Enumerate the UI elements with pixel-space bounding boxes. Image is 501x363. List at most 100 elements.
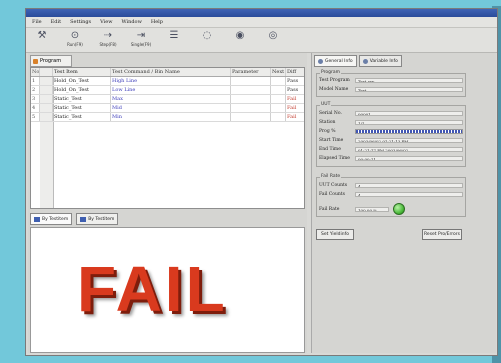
cell-param: [231, 77, 271, 85]
field-label: End Time: [319, 147, 341, 152]
program-icon: [33, 58, 38, 64]
field-value: 100.00 %: [355, 206, 389, 212]
status-lamp-icon: [393, 203, 405, 215]
group-title: Program: [320, 70, 341, 75]
menu-settings[interactable]: Settings: [70, 19, 91, 25]
field-label: Serial No.: [319, 111, 342, 116]
menu-help[interactable]: Help: [151, 19, 163, 25]
field-label: Fail Counts: [319, 192, 345, 197]
cell-cmd: Mid: [111, 104, 231, 112]
tab-label: By Testitem: [42, 216, 69, 222]
table-row[interactable]: 5 Static_Test Min Fail: [31, 113, 304, 122]
circle-icon: ◌: [202, 30, 212, 41]
info-tabs: General Info Variable Info: [314, 55, 402, 67]
cell-next: [271, 86, 286, 94]
step-icon: ⇢: [103, 30, 113, 41]
stop-button[interactable]: ◉: [228, 30, 252, 52]
field-end-time: End Time 01:21:17 PM 2003/06/02: [319, 147, 463, 152]
run-button[interactable]: ⊙ Run(F9): [63, 30, 87, 52]
step-button[interactable]: ⇢ Step(F8): [96, 30, 120, 52]
col-blank[interactable]: [40, 68, 53, 76]
cell-param: [231, 95, 271, 103]
cell-item: Static_Test: [53, 95, 111, 103]
cell-blank: [40, 86, 53, 94]
cell-cmd: Max: [111, 95, 231, 103]
menu-bar: File Edit Settings View Window Help: [26, 17, 497, 28]
cell-next: [271, 95, 286, 103]
record-icon: ◎: [268, 30, 278, 41]
cell-param: [231, 86, 271, 94]
single-button[interactable]: ⇥ Single(F9): [129, 30, 153, 52]
field-station: Station 1/1: [319, 120, 463, 125]
col-next[interactable]: Next: [271, 68, 286, 76]
fail-banner: FAIL: [77, 253, 228, 325]
field-value: Test ary: [355, 78, 463, 83]
list-button[interactable]: ☰: [162, 30, 186, 52]
record-button[interactable]: ◎: [261, 30, 285, 52]
table-row[interactable]: 4 Static_Test Mid Fail: [31, 104, 304, 113]
cell-cmd: Low Line: [111, 86, 231, 94]
reset-errors-button[interactable]: Reset Pro/Errors: [422, 229, 462, 240]
cell-item: Static_Test: [53, 104, 111, 112]
tab-label: General Info: [325, 58, 353, 64]
col-parameter[interactable]: Parameter: [231, 68, 271, 76]
cell-next: [271, 77, 286, 85]
result-display: FAIL: [30, 227, 305, 353]
grid-header: No. Test Item Test Command / Bin Name Pa…: [31, 68, 304, 77]
field-model-name: Model Name Test: [319, 87, 463, 92]
field-value: 4: [355, 192, 463, 197]
cell-diff: Pass: [286, 86, 304, 94]
table-row[interactable]: 1 Hold_On_Test High Line Pass: [31, 77, 304, 86]
grid-icon: [80, 216, 87, 222]
info-icon: [318, 58, 323, 64]
grid-icon: [34, 216, 40, 222]
menu-file[interactable]: File: [32, 19, 42, 25]
group-title: UUT: [320, 102, 332, 107]
field-value: 4: [355, 183, 463, 188]
field-fail-counts: Fail Counts 4: [319, 192, 463, 197]
wrench-button[interactable]: ⚒: [30, 30, 54, 52]
tool-label: Run(F9): [67, 42, 83, 47]
cell-diff: Fail: [286, 95, 304, 103]
menu-view[interactable]: View: [100, 19, 112, 25]
cell-diff: Fail: [286, 113, 304, 121]
field-elapsed-time: Elapsed Time 00:00:11: [319, 156, 463, 161]
tab-program[interactable]: Program: [30, 55, 72, 67]
field-test-program: Test Program Test ary: [319, 78, 463, 83]
col-diff[interactable]: Diff: [286, 68, 304, 76]
fail-rate-group: Fail Rate UUT Counts 4 Fail Counts 4 Fai…: [316, 174, 466, 217]
cell-param: [231, 113, 271, 121]
variable-icon: [362, 58, 368, 64]
title-bar[interactable]: [26, 9, 497, 17]
cell-no: 4: [31, 104, 40, 112]
field-progress: Prog %: [319, 129, 463, 134]
col-no[interactable]: No.: [31, 68, 40, 76]
set-yieldinfo-button[interactable]: Set Yieldinfo: [316, 229, 354, 240]
field-value: 01:21:17 PM 2003/06/02: [355, 147, 463, 152]
tab-by-testitem-1[interactable]: By Testitem: [30, 213, 73, 225]
progress-bar: [355, 129, 463, 134]
info-panel: General Info Variable Info Program Test …: [311, 53, 496, 353]
program-panel: Program No. Test Item Test Command / Bin…: [28, 53, 307, 353]
circle-button[interactable]: ◌: [195, 30, 219, 52]
cell-no: 5: [31, 113, 40, 121]
field-value: 00001: [355, 111, 463, 116]
tab-variable-info[interactable]: Variable Info: [358, 55, 402, 67]
cell-diff: Fail: [286, 104, 304, 112]
table-row[interactable]: 3 Static_Test Max Fail: [31, 95, 304, 104]
col-test-command[interactable]: Test Command / Bin Name: [111, 68, 231, 76]
cell-blank: [40, 104, 53, 112]
menu-window[interactable]: Window: [121, 19, 141, 25]
menu-edit[interactable]: Edit: [51, 19, 61, 25]
tab-by-testitem-2[interactable]: By Testitem: [76, 213, 119, 225]
field-label: Station: [319, 120, 336, 125]
cell-blank: [40, 77, 53, 85]
run-icon: ⊙: [70, 30, 80, 41]
cell-cmd: Min: [111, 113, 231, 121]
wrench-icon: ⚒: [37, 30, 47, 41]
col-test-item[interactable]: Test Item: [53, 68, 111, 76]
table-row[interactable]: 2 Hold_On_Test Low Line Pass: [31, 86, 304, 95]
tab-general-info[interactable]: General Info: [314, 55, 357, 67]
cell-no: 2: [31, 86, 40, 94]
field-fail-rate: Fail Rate 100.00 %: [319, 203, 405, 215]
